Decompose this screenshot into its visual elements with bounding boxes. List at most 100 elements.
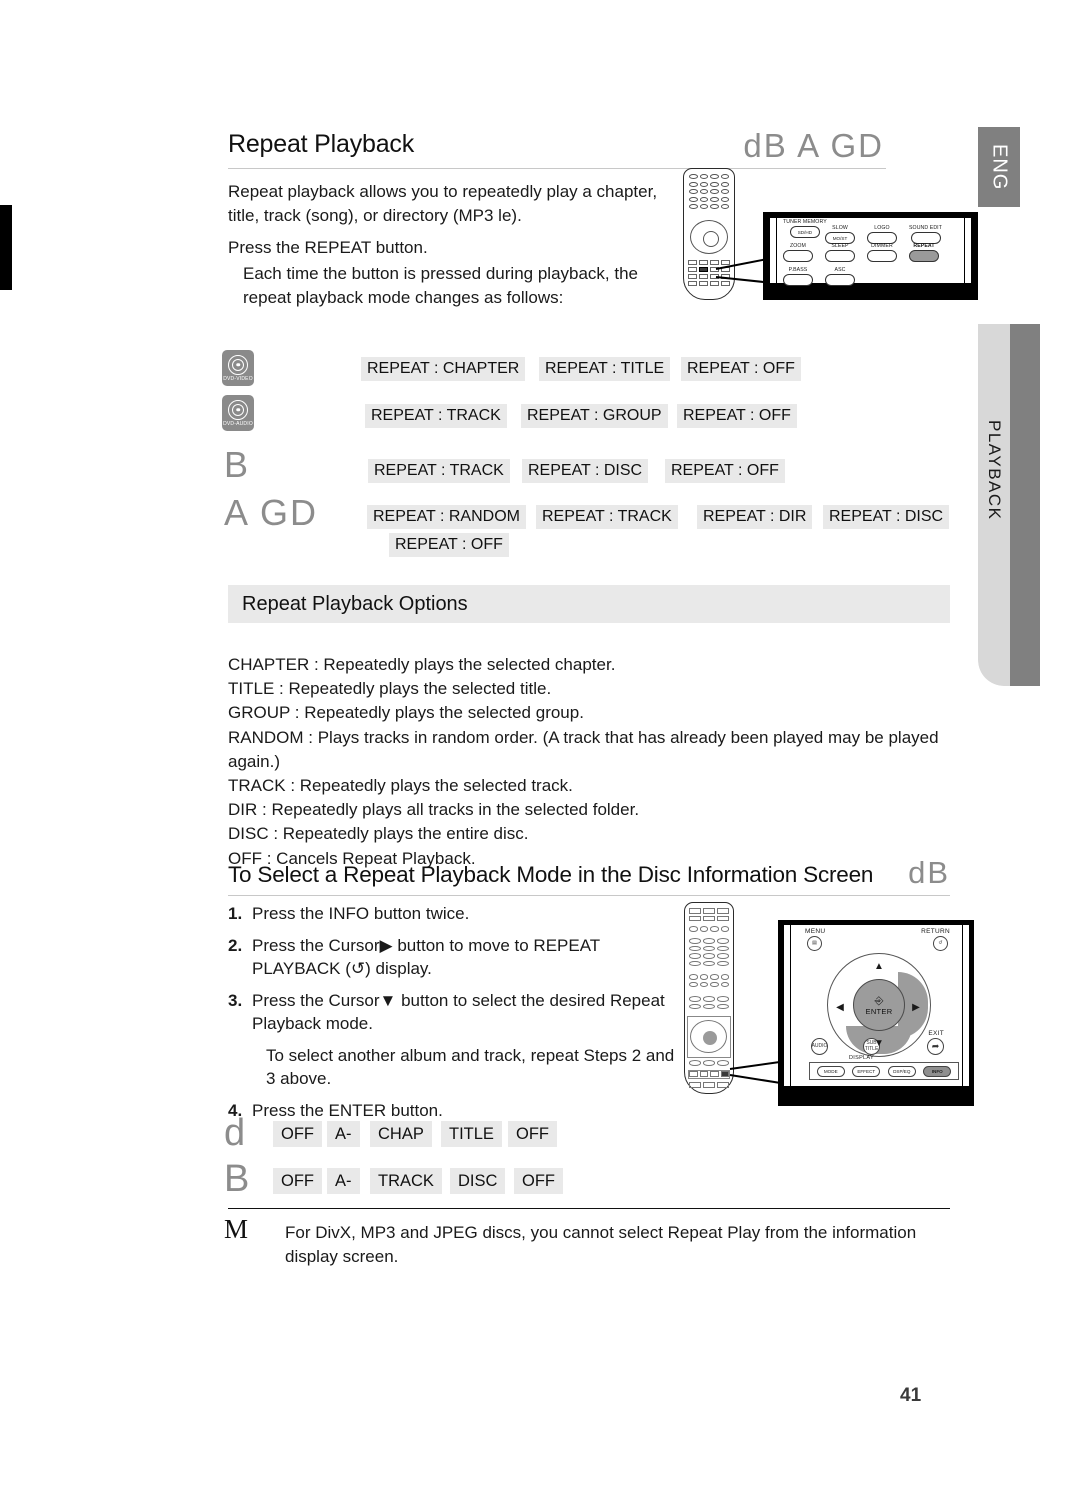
- dsp-eq-label: DSP/EQ: [893, 1068, 911, 1074]
- mode-chip: REPEAT : CHAPTER: [361, 357, 526, 381]
- dpad-left-arrow-icon: ◀: [836, 1001, 844, 1013]
- step-item: 3. Press the Cursor▼ button to select th…: [228, 989, 678, 1036]
- menu-label: MENU: [805, 928, 826, 935]
- enter-label: ENTER: [865, 1006, 893, 1016]
- exit-button: ➦: [927, 1038, 944, 1055]
- remote-bottom-audio-keys: [689, 1060, 729, 1066]
- disc-icon-dvd-video: DVD-VIDEO: [222, 350, 254, 386]
- mode-chip: REPEAT : OFF: [677, 404, 797, 428]
- options-band: Repeat Playback Options: [228, 585, 950, 623]
- remote-bottom-transport-keys: [689, 974, 729, 987]
- disc-glyph-row3: B: [224, 444, 251, 485]
- button-label: SLEEP: [831, 243, 849, 249]
- panel-button-grid: TUNER MEMORY SD/HD SLOW MO/ST LOGO SOUND…: [777, 218, 964, 286]
- remote-button-zoom: ZOOM: [783, 243, 813, 262]
- callout-leader-bottom-a: [729, 1060, 782, 1070]
- button-label: TUNER MEMORY: [783, 219, 827, 225]
- section-tab-dark: [1010, 324, 1040, 686]
- disc-caption: DVD-VIDEO: [223, 375, 253, 382]
- note-text: For DivX, MP3 and JPEG discs, you cannot…: [285, 1223, 917, 1266]
- option-line: TRACK : Repeatedly plays the selected tr…: [228, 776, 573, 796]
- disc-ring-icon: [228, 354, 248, 375]
- display-strip-label: DISPLAY: [849, 1055, 874, 1061]
- step-text: Press the INFO button twice.: [252, 904, 470, 923]
- remote-zoom-panel-top-inner: TUNER MEMORY SD/HD SLOW MO/ST LOGO SOUND…: [769, 217, 972, 286]
- button-label: SLOW: [832, 225, 848, 231]
- dpad-down-arrow-icon: ▼: [874, 1037, 884, 1049]
- panel-bottom-content: MENU ▤ RETURN ↺ ▲ ◀ ▶ ▼ ⎆ ENTER AUDIO SU…: [791, 925, 962, 1086]
- remote-bottom-numeric-keys: [689, 938, 729, 966]
- effect-label: EFFECT: [857, 1068, 876, 1074]
- mode-chip: REPEAT : TRACK: [365, 404, 507, 428]
- options-band-title: Repeat Playback Options: [242, 592, 468, 615]
- panel-rail-right-bottom: [962, 925, 969, 1086]
- info-chip: OFF: [514, 1168, 563, 1194]
- remote-button-asc: ASC: [825, 267, 855, 286]
- button-label: LOGO: [874, 225, 890, 231]
- option-line: RANDOM : Plays tracks in random order. (…: [228, 727, 939, 771]
- remote-button-repeat: REPEAT: [909, 243, 939, 262]
- info-row-glyph-2: B: [224, 1158, 252, 1200]
- disc-icon-dvd-audio: DVD-AUDIO: [222, 395, 254, 431]
- step-item: 1. Press the INFO button twice.: [228, 902, 678, 926]
- disc-ring-icon: [228, 399, 248, 420]
- note-marker: M: [224, 1214, 249, 1244]
- info-chip: OFF: [508, 1121, 557, 1147]
- info-button: INFO: [923, 1065, 952, 1077]
- mode-label: MODE: [823, 1068, 838, 1074]
- step-item: 2. Press the Cursor▶ button to move to R…: [228, 934, 678, 981]
- mode-chip: REPEAT : OFF: [389, 533, 509, 557]
- button-inner-label: SD/HD: [797, 230, 813, 235]
- return-button: ↺: [933, 936, 948, 951]
- remote-button-logo: LOGO: [867, 219, 897, 244]
- display-button-strip: MODE EFFECT DSP/EQ INFO: [809, 1062, 959, 1080]
- info-label: INFO: [931, 1068, 943, 1074]
- button-label: ZOOM: [790, 243, 806, 249]
- button-label: REPEAT: [913, 243, 935, 249]
- note-divider: [228, 1208, 950, 1209]
- dsp-eq-button: DSP/EQ: [887, 1065, 916, 1077]
- info-chip: TRACK: [370, 1168, 442, 1194]
- remote-bottom-extra-keys: [689, 1082, 729, 1088]
- remote-illustration-top: [683, 168, 735, 300]
- mode-chip: REPEAT : DISC: [823, 505, 950, 529]
- remote-zoom-panel-bottom-inner: MENU ▤ RETURN ↺ ▲ ◀ ▶ ▼ ⎆ ENTER AUDIO SU…: [784, 925, 969, 1086]
- manual-page: ENG PLAYBACK Repeat Playback dB A GD Rep…: [0, 0, 1080, 1492]
- mode-chip: REPEAT : RANDOM: [367, 505, 526, 529]
- mode-chip: REPEAT : OFF: [665, 459, 785, 483]
- step-text: Press the Cursor▼ button to select the d…: [252, 990, 665, 1034]
- repeat-press-text: Press the REPEAT button.: [228, 238, 428, 257]
- step-text: Press the ENTER button.: [252, 1100, 443, 1120]
- repeat-intro-text: Repeat playback allows you to repeatedly…: [228, 182, 658, 225]
- button-label: P.BASS: [788, 267, 808, 273]
- remote-button-sleep: SLEEP: [825, 243, 855, 262]
- step-number: 2.: [228, 935, 243, 955]
- disc-caption: DVD-AUDIO: [223, 420, 253, 427]
- language-tab: ENG: [978, 127, 1020, 207]
- remote-bottom-power-row: [689, 926, 729, 932]
- remote-bottom-display-keys: [689, 1071, 729, 1077]
- step-item: 4. Press the ENTER button.: [228, 1099, 678, 1123]
- mode-chip: REPEAT : TRACK: [536, 505, 678, 529]
- mode-chip: REPEAT : OFF: [681, 357, 801, 381]
- step-text: Press the Cursor▶ button to move to REPE…: [252, 935, 600, 979]
- step-number: 1.: [228, 904, 243, 923]
- remote-button-dimmer: DIMMER: [867, 243, 897, 262]
- repeat-playback-disc-types: dB A GD: [743, 127, 884, 164]
- remote-bottom-top-keys: [689, 908, 729, 921]
- info-chip: OFF: [273, 1168, 322, 1194]
- info-row-glyph-1: d: [224, 1112, 248, 1154]
- select-mode-title: To Select a Repeat Playback Mode in the …: [228, 862, 874, 887]
- info-chip: DISC: [450, 1168, 506, 1194]
- enter-glyph-icon: ⎆: [874, 994, 884, 1007]
- step-number: 3.: [228, 990, 243, 1010]
- mode-chip: REPEAT : DISC: [522, 459, 649, 483]
- section-tab-light: PLAYBACK: [978, 324, 1010, 686]
- info-chip: OFF: [273, 1121, 322, 1147]
- button-shape: [783, 250, 813, 262]
- button-label: ASC: [834, 267, 846, 273]
- panel-rail-right: [964, 218, 971, 283]
- steps-list: 1. Press the INFO button twice. 2. Press…: [228, 902, 678, 1130]
- button-shape-highlighted: [909, 250, 939, 262]
- info-chip: A-: [327, 1168, 360, 1194]
